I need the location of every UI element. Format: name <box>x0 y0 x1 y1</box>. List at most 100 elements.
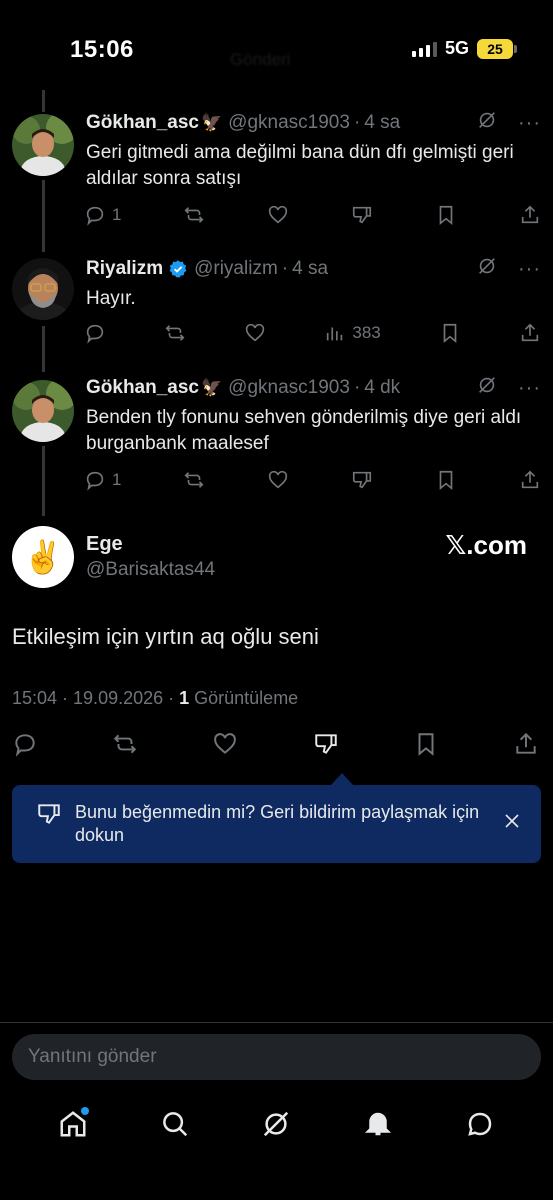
tweet-text: Geri gitmedi ama değilmi bana dün dfı ge… <box>86 142 514 189</box>
name-emoji: 🦅 <box>201 113 223 132</box>
views-button[interactable]: 383 <box>324 322 381 344</box>
tweet-text: Benden tly fonunu sehven gönderilmiş diy… <box>86 407 522 454</box>
dislike-button[interactable] <box>351 204 373 226</box>
notifications-icon <box>365 1112 392 1136</box>
more-icon[interactable]: ··· <box>518 377 541 400</box>
dislike-button[interactable] <box>351 469 373 491</box>
close-icon[interactable] <box>503 812 521 830</box>
thread-line <box>42 446 45 516</box>
reply-count: 1 <box>112 470 122 489</box>
nav-messages[interactable] <box>450 1099 510 1149</box>
retweet-button[interactable] <box>164 322 186 344</box>
thread-line <box>42 326 45 372</box>
avatar[interactable]: ✌️ <box>12 526 74 588</box>
banner-pointer <box>331 773 353 785</box>
reply-input[interactable] <box>12 1034 541 1080</box>
status-bar: 15:06 Gönderi 5G 25 <box>0 0 553 90</box>
tweet-meta: 15:04 · 19.09.2026 · 1 Görüntüleme <box>12 688 298 709</box>
nav-notifications[interactable] <box>348 1099 408 1149</box>
divider <box>0 1022 553 1023</box>
grok-icon <box>264 1111 289 1137</box>
retweet-button[interactable] <box>112 731 138 762</box>
share-icon <box>516 732 536 754</box>
views-count: 1 <box>179 688 190 708</box>
reply-icon <box>86 206 104 226</box>
nav-home[interactable] <box>43 1099 103 1149</box>
retweet-icon <box>165 325 185 341</box>
bookmark-button[interactable] <box>439 322 461 344</box>
battery-level: 25 <box>487 40 503 57</box>
bottom-nav <box>0 1096 553 1152</box>
like-button[interactable] <box>244 322 266 344</box>
verified-badge-icon <box>168 259 188 279</box>
tweet-time: 4 sa <box>292 258 329 279</box>
share-button[interactable] <box>513 731 539 762</box>
tweet-time: 4 dk <box>364 377 401 398</box>
author-handle[interactable]: @Barisaktas44 <box>86 559 215 581</box>
author-name[interactable]: Gökhan_asc <box>86 377 199 399</box>
dot-separator: · <box>353 377 361 398</box>
analytics-icon <box>327 327 343 341</box>
reply-icon <box>86 471 104 491</box>
author-handle[interactable]: @gknasc1903 <box>228 377 350 399</box>
like-button[interactable] <box>267 469 289 491</box>
bookmark-button[interactable] <box>435 204 457 226</box>
share-button[interactable] <box>519 322 541 344</box>
like-button[interactable] <box>267 204 289 226</box>
bookmark-button[interactable] <box>413 731 439 762</box>
tweet-timestamp: 15:04 · 19.09.2026 · <box>12 688 180 708</box>
tweet-text: Hayır. <box>86 288 136 309</box>
author-name[interactable]: Riyalizm <box>86 258 163 280</box>
author-name[interactable]: Ege <box>86 533 123 556</box>
reply-button[interactable]: 1 <box>84 469 121 491</box>
signal-icon <box>411 41 437 57</box>
x-watermark: 𝕏.com <box>445 530 527 560</box>
main-tweet-actions <box>12 730 539 762</box>
avatar[interactable] <box>12 258 74 320</box>
grok-icon[interactable] <box>476 374 498 402</box>
more-icon[interactable]: ··· <box>518 112 541 135</box>
more-icon[interactable]: ··· <box>518 258 541 281</box>
feedback-banner-text[interactable]: Bunu beğenmedin mi? Geri bildirim paylaş… <box>75 801 495 847</box>
avatar[interactable] <box>12 380 74 442</box>
tweet-actions: 1 <box>84 200 541 230</box>
thumbs-down-icon <box>314 733 337 754</box>
avatar[interactable] <box>12 114 74 176</box>
like-button[interactable] <box>212 731 238 762</box>
search-icon <box>162 1112 187 1137</box>
grok-icon[interactable] <box>476 109 498 137</box>
author-handle[interactable]: @gknasc1903 <box>228 112 350 134</box>
grok-icon[interactable] <box>476 255 498 283</box>
notification-dot <box>80 1107 89 1115</box>
feedback-banner[interactable]: Bunu beğenmedin mi? Geri bildirim paylaş… <box>12 785 541 863</box>
name-emoji: 🦅 <box>201 378 223 397</box>
thread-line <box>42 180 45 252</box>
reply-count: 1 <box>112 205 122 224</box>
retweet-button[interactable] <box>183 469 205 491</box>
thumbs-down-icon <box>353 471 372 489</box>
heart-icon <box>269 205 288 224</box>
nav-grok[interactable] <box>246 1099 306 1149</box>
share-button[interactable] <box>519 204 541 226</box>
status-time: 15:06 <box>70 36 134 63</box>
retweet-icon <box>184 207 204 223</box>
tweet-actions: 383 <box>84 318 541 348</box>
author-handle[interactable]: @riyalizm <box>194 258 278 280</box>
dot-separator: · <box>281 258 289 279</box>
bookmark-button[interactable] <box>435 469 457 491</box>
nav-search[interactable] <box>145 1099 205 1149</box>
retweet-icon <box>114 734 137 753</box>
retweet-icon <box>184 472 204 488</box>
retweet-button[interactable] <box>183 204 205 226</box>
reply-button[interactable]: 1 <box>84 204 121 226</box>
author-name[interactable]: Gökhan_asc <box>86 112 199 134</box>
reply-button[interactable] <box>12 731 38 762</box>
reply-button[interactable] <box>84 322 106 344</box>
ghost-header-title: Gönderi <box>230 50 291 69</box>
share-button[interactable] <box>519 469 541 491</box>
dot-separator: · <box>353 112 361 133</box>
views-count: 383 <box>352 323 381 342</box>
dislike-button[interactable] <box>313 731 339 762</box>
tweet-time: 4 sa <box>364 112 401 133</box>
messages-icon <box>468 1112 492 1136</box>
